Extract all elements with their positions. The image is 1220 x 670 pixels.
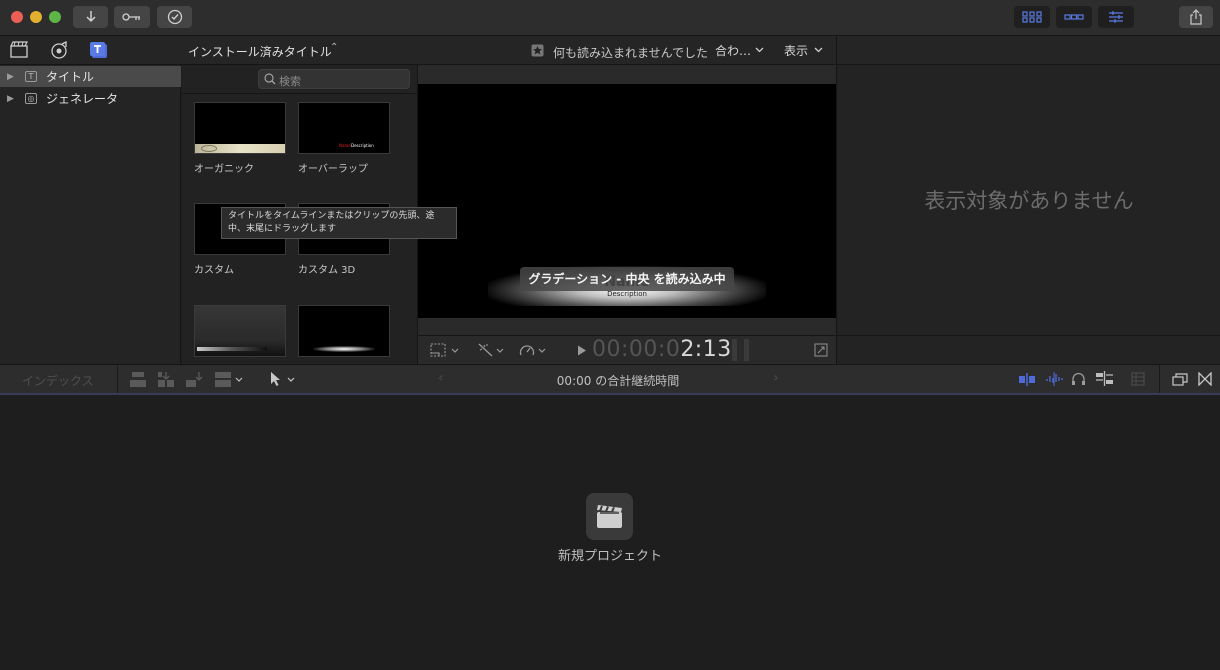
inspector-footer <box>836 335 1220 364</box>
timeline-layout-icon <box>1064 14 1084 20</box>
zoom-fit-menu[interactable]: 合わ… <box>715 42 751 59</box>
gradient-center-bar <box>313 346 375 352</box>
skimming-icon[interactable] <box>1018 373 1036 386</box>
transform-icon[interactable] <box>430 343 446 357</box>
history-forward-icon[interactable]: › <box>773 370 779 386</box>
search-icon <box>264 73 276 85</box>
timeline-index-overlay-icon[interactable] <box>1172 372 1188 386</box>
clapperboard-icon <box>597 505 622 528</box>
sidebar-item-generators[interactable]: ▶ ◎ ジェネレータ <box>0 88 181 109</box>
chevron-down-icon[interactable] <box>814 47 823 53</box>
solo-headphones-icon[interactable] <box>1071 372 1086 386</box>
title-category-icon: T <box>25 71 37 82</box>
loading-text: グラデーション - 中央 を読み込み中 <box>528 272 726 286</box>
thumbnail-label: カスタム 3D <box>298 265 356 276</box>
thumbnail-label: オーバーラップ <box>298 164 368 175</box>
chevron-down-icon[interactable] <box>755 47 764 53</box>
viewer-controls: 00:00:02:13 <box>418 335 836 364</box>
timecode-lit: 2:13 <box>680 337 732 362</box>
timecode-display[interactable]: 00:00:02:13 <box>592 337 732 362</box>
timeline-layout-button[interactable] <box>1056 6 1092 28</box>
thumbnail-label: カスタム <box>194 265 234 276</box>
chevron-down-icon[interactable] <box>496 348 504 353</box>
timecode-dim: 00:00:0 <box>592 337 681 362</box>
title-thumbnail-gradient-center[interactable] <box>298 305 390 357</box>
browser-header: インストール済みタイトル ⌃ <box>0 36 418 65</box>
main-toolbar <box>0 0 1220 36</box>
browser-layout-button[interactable] <box>1014 6 1050 28</box>
retime-speedometer-icon[interactable] <box>519 343 535 358</box>
clip-appearance-icon[interactable] <box>1131 372 1145 386</box>
sidebar-item-label: ジェネレータ <box>46 92 119 106</box>
divider <box>1159 365 1160 394</box>
loading-hud: グラデーション - 中央 を読み込み中 <box>520 267 734 291</box>
import-button[interactable] <box>73 6 108 28</box>
thumbnail-label: オーガニック <box>194 164 254 175</box>
sidebar-item-label: タイトル <box>46 70 95 84</box>
inspector-header <box>836 36 1220 65</box>
inspector-layout-icon <box>1109 11 1123 23</box>
search-field[interactable]: 検索 <box>258 69 410 89</box>
viewer[interactable]: Name Description グラデーション - 中央 を読み込み中 <box>418 65 836 335</box>
libraries-icon[interactable] <box>9 41 29 59</box>
disclosure-triangle-icon[interactable]: ▶ <box>7 72 15 82</box>
audio-meter-right <box>744 339 749 361</box>
title-thumbnail-organic[interactable] <box>194 102 286 154</box>
inspector: 表示対象がありません <box>836 65 1220 335</box>
snapping-icon[interactable] <box>1095 371 1114 386</box>
chevron-down-icon[interactable] <box>451 348 459 353</box>
import-icon <box>85 11 96 23</box>
new-project-label[interactable]: 新規プロジェクト <box>0 545 1220 564</box>
disclosure-triangle-icon[interactable]: ▶ <box>7 94 15 104</box>
drag-tooltip: タイトルをタイムラインまたはクリップの先頭、途中、末尾にドラッグします <box>221 207 457 239</box>
fullscreen-icon[interactable] <box>814 343 828 357</box>
keywords-button[interactable] <box>114 6 150 28</box>
search-placeholder: 検索 <box>279 75 301 88</box>
generator-category-icon: ◎ <box>25 93 37 104</box>
browser-layout-icon <box>1022 11 1042 23</box>
keywords-icon <box>122 13 140 21</box>
browser-title[interactable]: インストール済みタイトル <box>188 43 332 60</box>
overlap-desc-text: Description <box>351 143 374 148</box>
chevron-down-icon[interactable] <box>538 348 546 353</box>
sort-chevron-icon[interactable]: ⌃ <box>330 42 338 53</box>
preview-desc-text: Description <box>607 290 647 298</box>
timeline: 新規プロジェクト <box>0 395 1220 670</box>
background-tasks-button[interactable] <box>157 6 192 28</box>
inspector-empty-message: 表示対象がありません <box>924 189 1134 213</box>
view-menu[interactable]: 表示 <box>784 42 808 59</box>
new-project-button[interactable] <box>586 493 633 540</box>
favorite-star-icon <box>531 44 544 57</box>
timeline-toolbar: インデックス ‹ 00:00 の合計継続時間 › <box>0 364 1220 394</box>
browser-sidebar: ▶ T タイトル ▶ ◎ ジェネレータ <box>0 65 181 364</box>
background-tasks-icon <box>167 9 182 25</box>
audio-skimming-icon[interactable] <box>1045 372 1063 386</box>
viewer-header: 何も読み込まれませんでした 合わ… 表示 <box>418 36 836 65</box>
organic-ornament-icon <box>201 145 217 152</box>
overlap-name-text: Name <box>339 143 351 148</box>
titles-generators-icon[interactable] <box>89 41 109 59</box>
transitions-browser-icon[interactable] <box>1198 372 1212 386</box>
lower-third-bar <box>197 347 267 351</box>
title-thumbnail-lower-third[interactable] <box>194 305 286 357</box>
project-duration: 00:00 の合計継続時間 <box>556 374 680 388</box>
audio-meter-left <box>732 339 737 361</box>
title-thumbnail-overlap[interactable]: Name Description <box>298 102 390 154</box>
sidebar-item-titles[interactable]: ▶ T タイトル <box>0 66 181 87</box>
divider <box>182 93 417 94</box>
share-icon <box>1190 9 1202 25</box>
minimize-window-button[interactable] <box>30 11 42 23</box>
close-window-button[interactable] <box>11 11 23 23</box>
viewer-canvas[interactable]: Name Description グラデーション - 中央 を読み込み中 <box>418 84 836 318</box>
zoom-window-button[interactable] <box>49 11 61 23</box>
share-button[interactable] <box>1179 6 1213 28</box>
enhance-wand-icon[interactable] <box>477 342 495 358</box>
inspector-layout-button[interactable] <box>1098 6 1134 28</box>
photos-audio-icon[interactable] <box>49 41 69 59</box>
play-icon[interactable] <box>577 345 587 356</box>
viewer-status: 何も読み込まれませんでした <box>553 46 709 60</box>
